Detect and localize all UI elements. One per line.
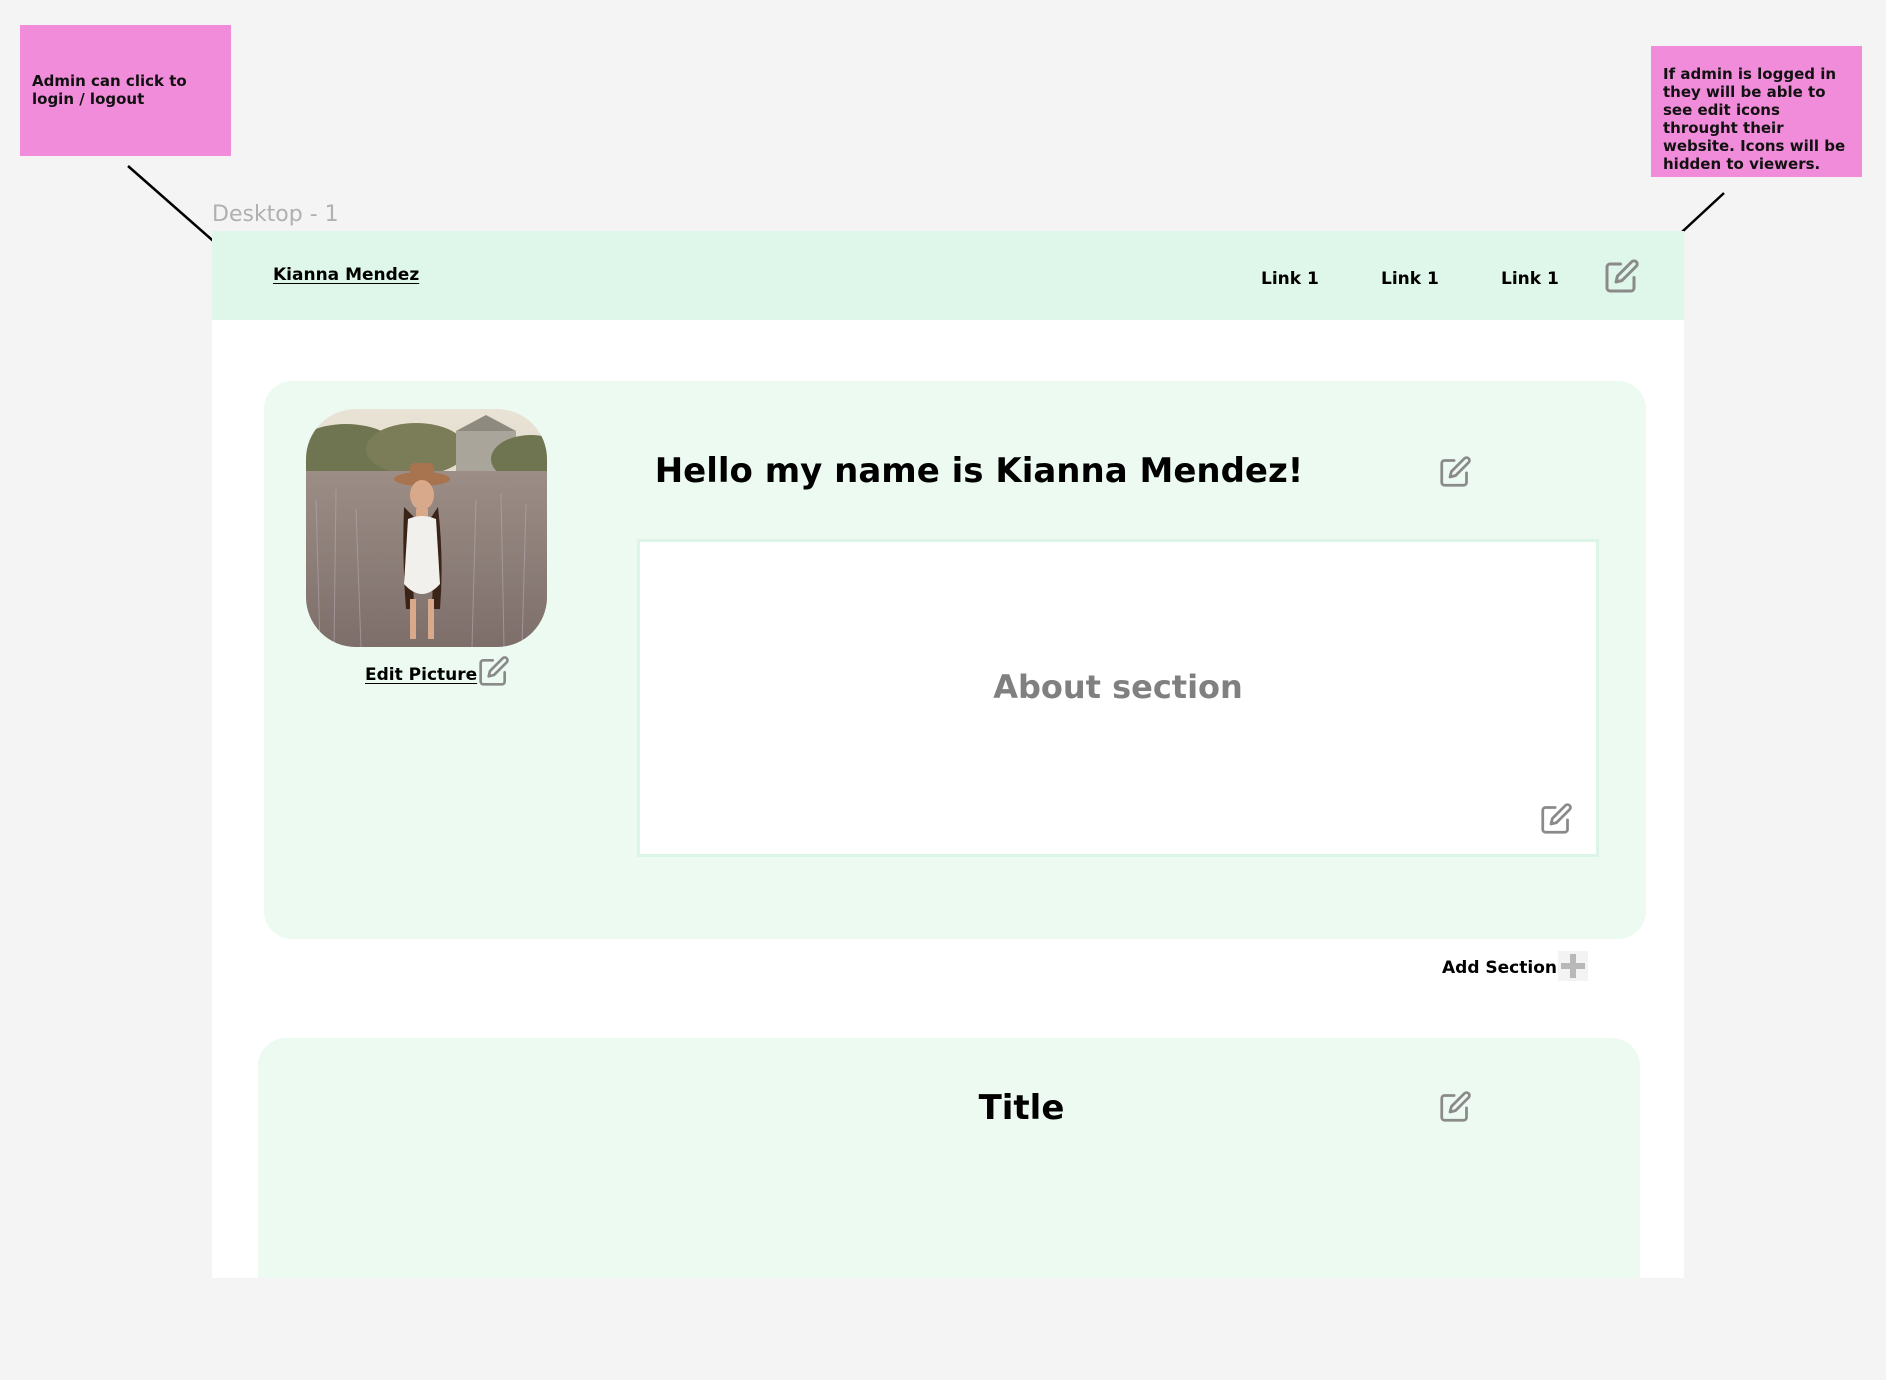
- profile-photo: [306, 409, 547, 647]
- greeting-heading: Hello my name is Kianna Mendez!: [654, 451, 1304, 491]
- about-section-box: About section: [637, 539, 1599, 857]
- brand-login-link[interactable]: Kianna Mendez: [273, 265, 419, 285]
- nav-link-3[interactable]: Link 1: [1501, 269, 1559, 289]
- add-section-button[interactable]: [1558, 951, 1588, 981]
- navbar: Kianna Mendez Link 1 Link 1 Link 1: [212, 231, 1684, 320]
- nav-link-1[interactable]: Link 1: [1261, 269, 1319, 289]
- edit-icon[interactable]: [1604, 258, 1640, 294]
- about-section-text: About section: [993, 668, 1243, 706]
- edit-picture-link[interactable]: Edit Picture: [365, 665, 477, 685]
- sticky-note-edit-icons: If admin is logged in they will be able …: [1651, 46, 1862, 177]
- section-card: Title: [258, 1038, 1640, 1278]
- add-section-label[interactable]: Add Section: [1442, 958, 1557, 978]
- greeting-wrap: Hello my name is Kianna Mendez!: [564, 451, 1394, 491]
- frame-label: Desktop - 1: [212, 202, 339, 227]
- nav-link-2[interactable]: Link 1: [1381, 269, 1439, 289]
- plus-icon: [1561, 954, 1585, 978]
- desktop-frame: Kianna Mendez Link 1 Link 1 Link 1 Edit …: [212, 231, 1684, 1278]
- profile-photo-image: [306, 409, 547, 647]
- sticky-note-login: Admin can click to login / logout: [20, 25, 231, 156]
- edit-heading-icon[interactable]: [1439, 455, 1472, 488]
- profile-card: Edit Picture Hello my name is Kianna Men…: [264, 381, 1646, 939]
- edit-section-icon[interactable]: [1439, 1090, 1472, 1123]
- edit-picture-icon[interactable]: [478, 655, 510, 687]
- edit-about-icon[interactable]: [1540, 802, 1573, 835]
